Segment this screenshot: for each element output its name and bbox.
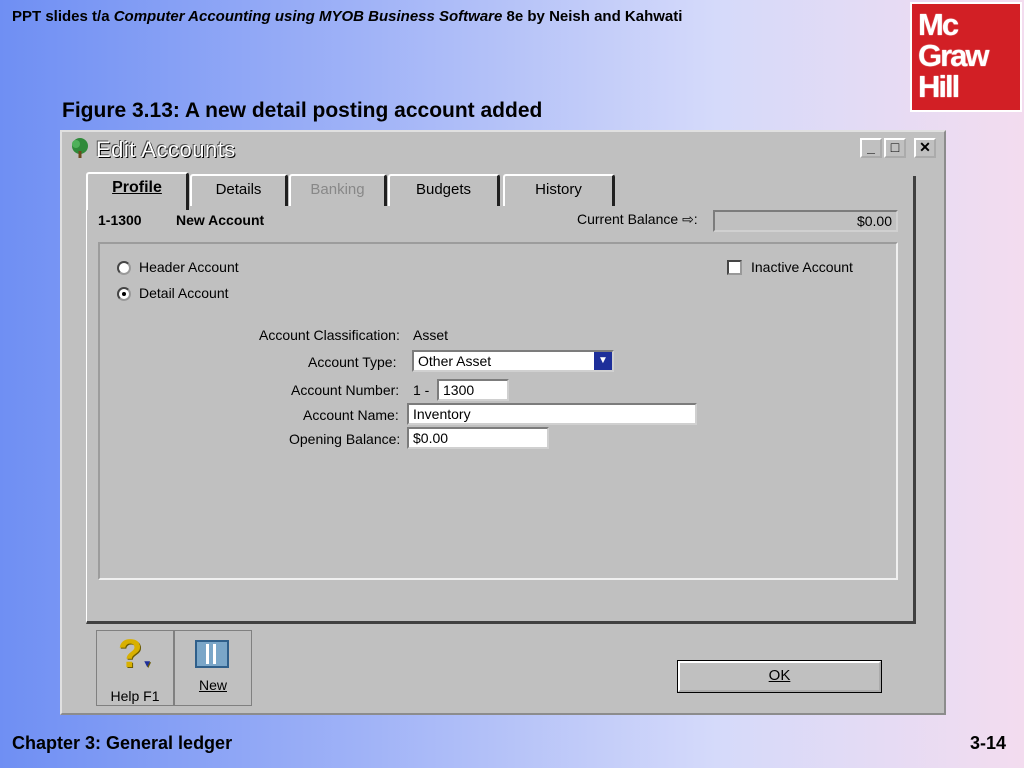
window-title: Edit Accounts <box>96 137 236 162</box>
header-suffix: 8e by Neish and Kahwati <box>506 8 683 25</box>
tab-details[interactable]: Details <box>190 174 288 206</box>
tab-budgets[interactable]: Budgets <box>388 174 500 206</box>
help-label: Help F1 <box>110 688 160 704</box>
tab-profile[interactable]: Profile <box>86 172 189 210</box>
account-number-input[interactable]: 1300 <box>437 379 509 401</box>
header-book-title: Computer Accounting using MYOB Business … <box>113 8 503 25</box>
edit-accounts-window: Edit Accounts _ □ ✕ Profile Details Bank… <box>60 130 946 715</box>
help-icon: ?▼ <box>117 632 153 676</box>
chapter-footer: Chapter 3: General ledger <box>12 733 233 753</box>
account-number-display: 1-1300 <box>98 212 142 228</box>
inactive-account-label: Inactive Account <box>751 259 853 275</box>
tab-history[interactable]: History <box>503 174 615 206</box>
account-number-prefix: 1 - <box>413 382 430 398</box>
arrow-right-icon: ⇨: <box>682 211 698 227</box>
maximize-icon: □ <box>890 139 900 155</box>
new-label: New <box>198 677 227 693</box>
header-prefix: PPT slides t/a <box>12 8 110 25</box>
new-book-icon <box>175 631 251 677</box>
account-type-select[interactable]: Other Asset ▼ <box>412 350 614 372</box>
detail-account-radio[interactable] <box>117 287 131 301</box>
tab-banking[interactable]: Banking <box>289 174 387 206</box>
figure-title: Figure 3.13: A new detail posting accoun… <box>62 99 543 122</box>
slide-header: PPT slides t/a Computer Accounting using… <box>12 8 682 25</box>
minimize-button[interactable]: _ <box>860 138 882 158</box>
classification-value: Asset <box>413 327 449 343</box>
header-account-label: Header Account <box>139 259 239 275</box>
tree-icon <box>72 138 88 158</box>
account-name-input[interactable]: Inventory <box>407 403 697 425</box>
classification-label: Account Classification: <box>259 327 400 343</box>
current-balance-field: $0.00 <box>713 210 898 232</box>
account-type-label: Account Type: <box>308 354 397 370</box>
mcgraw-hill-logo: Mc Graw Hill <box>910 2 1022 112</box>
minimize-icon: _ <box>867 139 875 155</box>
header-account-radio[interactable] <box>117 261 131 275</box>
ok-button[interactable]: OK <box>677 660 882 693</box>
opening-balance-input[interactable]: $0.00 <box>407 427 549 449</box>
close-icon: ✕ <box>919 139 931 155</box>
opening-balance-label: Opening Balance: <box>289 431 401 447</box>
account-name-display: New Account <box>176 212 265 228</box>
maximize-button[interactable]: □ <box>884 138 906 158</box>
current-balance-label: Current Balance ⇨: <box>577 211 698 227</box>
window-titlebar[interactable]: Edit Accounts _ □ ✕ <box>64 134 942 162</box>
close-button[interactable]: ✕ <box>914 138 936 158</box>
detail-account-label: Detail Account <box>139 285 229 301</box>
chevron-down-icon[interactable]: ▼ <box>594 352 612 370</box>
account-name-label: Account Name: <box>303 407 399 423</box>
profile-panel: Header Account Detail Account Inactive A… <box>98 242 898 580</box>
slide-number: 3-14 <box>969 733 1006 753</box>
help-button[interactable]: ?▼ Help F1 <box>96 630 174 706</box>
new-button[interactable]: New <box>174 630 252 706</box>
inactive-account-checkbox[interactable] <box>727 260 742 275</box>
account-number-label: Account Number: <box>291 382 400 398</box>
